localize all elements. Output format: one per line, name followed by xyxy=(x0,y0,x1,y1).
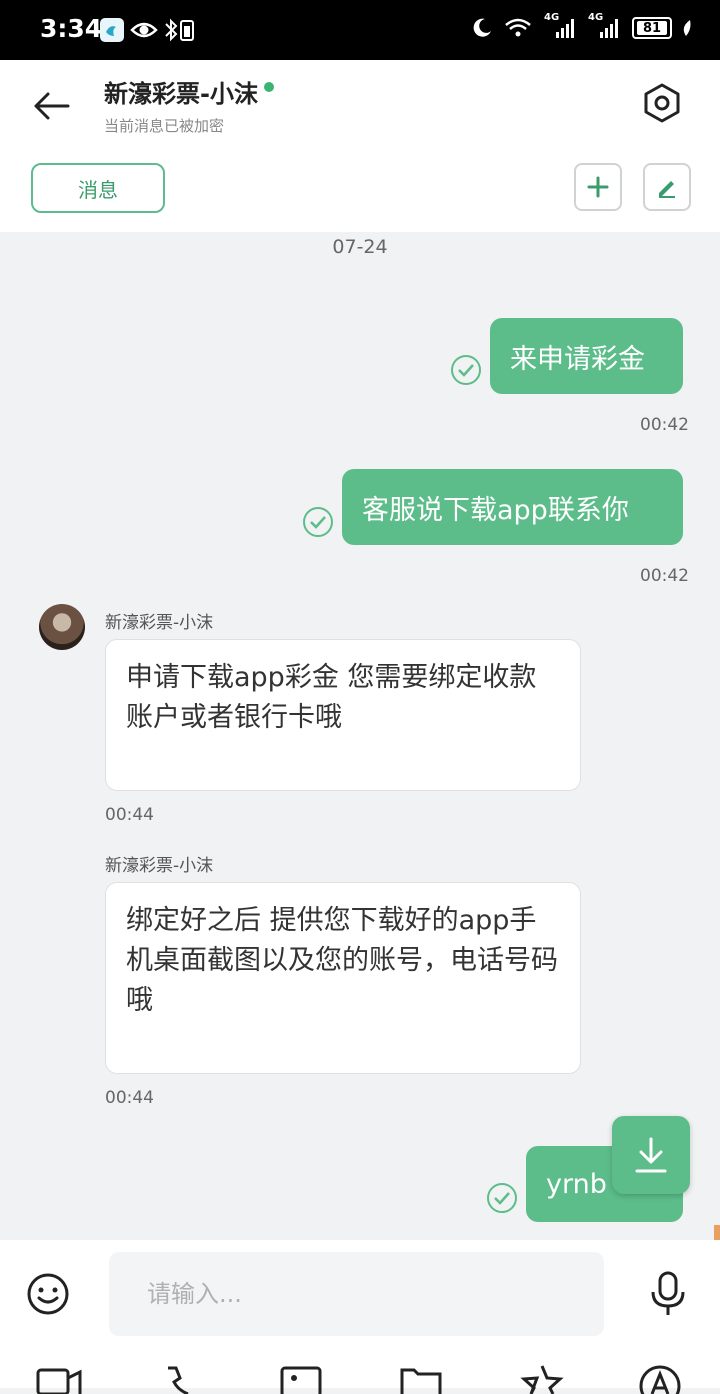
pencil-icon xyxy=(659,181,675,198)
title-block: 新濠彩票-小沫 当前消息已被加密 xyxy=(104,74,274,136)
download-button[interactable] xyxy=(612,1116,690,1194)
check-circle-icon xyxy=(451,355,481,385)
check-circle-icon xyxy=(303,507,333,537)
video-icon[interactable] xyxy=(36,1364,84,1394)
microphone-icon[interactable] xyxy=(648,1270,688,1318)
back-arrow-icon[interactable] xyxy=(30,86,74,126)
message-time: 00:42 xyxy=(640,415,689,435)
signal-strength-1: 4G xyxy=(544,12,578,40)
plus-icon xyxy=(587,176,609,198)
online-status-dot xyxy=(263,81,274,92)
phone-icon[interactable] xyxy=(160,1364,208,1394)
message-bubble-outgoing[interactable]: 客服说下载app联系你 xyxy=(342,469,683,545)
folder-icon[interactable] xyxy=(398,1364,446,1394)
app-notification-icon xyxy=(100,18,124,42)
avatar[interactable] xyxy=(39,604,85,650)
signal-bars-icon xyxy=(600,19,618,38)
tab-messages[interactable]: 消息 xyxy=(31,163,165,213)
status-right-group: 4G 4G 81 xyxy=(470,12,692,40)
wifi-icon xyxy=(505,18,531,37)
date-separator: 07-24 xyxy=(332,236,388,258)
sender-name: 新濠彩票-小沫 xyxy=(105,613,214,633)
tool-row xyxy=(0,1364,720,1394)
emoji-icon[interactable] xyxy=(26,1272,70,1316)
chat-header: 新濠彩票-小沫 当前消息已被加密 消息 xyxy=(0,60,720,232)
signal-bars-icon xyxy=(556,19,574,38)
bluetooth-icon xyxy=(165,18,178,42)
battery-indicator: 81 xyxy=(632,17,672,39)
sender-name: 新濠彩票-小沫 xyxy=(105,856,214,876)
message-time: 00:44 xyxy=(105,1088,154,1108)
battery-level: 81 xyxy=(637,21,667,36)
message-input[interactable] xyxy=(109,1252,604,1336)
encryption-notice: 当前消息已被加密 xyxy=(104,117,225,135)
check-circle-icon xyxy=(487,1183,517,1213)
message-bubble-incoming[interactable]: 申请下载app彩金 您需要绑定收款账户或者银行卡哦 xyxy=(105,639,581,791)
message-time: 00:44 xyxy=(105,805,154,825)
chat-title-row: 新濠彩票-小沫 xyxy=(104,74,274,109)
leaf-icon xyxy=(683,20,691,36)
font-icon[interactable] xyxy=(638,1364,686,1394)
status-time: 3:34 xyxy=(40,14,103,43)
add-button[interactable] xyxy=(574,163,622,211)
download-icon xyxy=(635,1137,667,1173)
status-bar: 3:34 4G 4G 81 xyxy=(0,0,720,60)
edit-button[interactable] xyxy=(643,163,691,211)
chat-title: 新濠彩票-小沫 xyxy=(104,80,258,108)
image-icon[interactable] xyxy=(278,1364,326,1394)
input-bar xyxy=(0,1240,720,1394)
eye-icon xyxy=(130,22,158,38)
star-icon[interactable] xyxy=(518,1364,566,1394)
moon-icon xyxy=(473,18,491,37)
signal-strength-2: 4G xyxy=(588,12,622,40)
message-time: 00:42 xyxy=(640,566,689,586)
message-bubble-outgoing[interactable]: 来申请彩金 xyxy=(490,318,683,394)
message-bubble-incoming[interactable]: 绑定好之后 提供您下载好的app手机桌面截图以及您的账号，电话号码哦 xyxy=(105,882,581,1074)
settings-hexagon-icon[interactable] xyxy=(642,82,682,124)
battery-small-icon xyxy=(180,20,194,41)
